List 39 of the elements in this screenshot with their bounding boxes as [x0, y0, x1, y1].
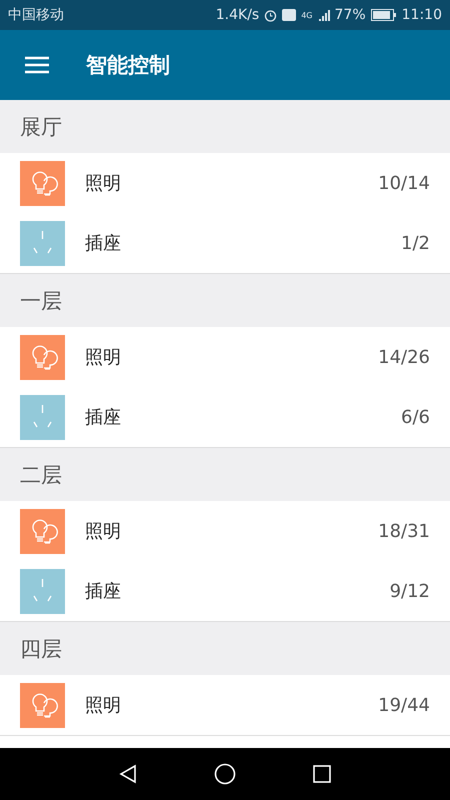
- device-count: 18/31: [378, 520, 430, 542]
- home-button[interactable]: [212, 761, 238, 787]
- home-icon: [214, 763, 236, 785]
- device-count: 9/12: [390, 580, 430, 602]
- network-speed: 1.4K/s: [216, 7, 260, 23]
- battery-percent: 77%: [334, 7, 366, 23]
- menu-icon: [25, 56, 49, 74]
- section-header: 一层: [0, 274, 450, 327]
- clock: 11:10: [402, 7, 442, 23]
- signal-icon: [318, 9, 330, 21]
- light-bulb-icon: [20, 334, 65, 380]
- device-label[interactable]: 照明: [85, 519, 378, 543]
- device-label[interactable]: 插座: [85, 579, 390, 603]
- back-icon: [118, 764, 138, 784]
- device-label[interactable]: 照明: [85, 171, 378, 195]
- network-type: 4G: [301, 10, 313, 20]
- carrier-name: 中国移动: [8, 6, 64, 24]
- device-count: 1/2: [401, 232, 430, 254]
- socket-icon: [20, 394, 65, 440]
- device-label[interactable]: 插座: [85, 231, 402, 255]
- device-label[interactable]: 照明: [85, 693, 378, 717]
- device-count: 6/6: [401, 406, 430, 428]
- battery-icon: [370, 9, 397, 21]
- section-header: 二层: [0, 448, 450, 501]
- light-bulb-icon: [20, 160, 65, 206]
- alarm-icon: [264, 8, 278, 22]
- device-count: 19/44: [378, 694, 430, 716]
- recents-icon: [312, 765, 331, 783]
- socket-icon: [20, 568, 65, 614]
- app-title: 智能控制: [86, 52, 170, 79]
- light-bulb-icon: [20, 682, 65, 728]
- section-header: 四层: [0, 622, 450, 675]
- device-label[interactable]: 插座: [85, 405, 402, 429]
- light-bulb-icon: [20, 508, 65, 554]
- socket-icon: [20, 220, 65, 266]
- section-header: 展厅: [0, 100, 450, 153]
- device-label[interactable]: 照明: [85, 345, 378, 369]
- device-count: 14/26: [378, 346, 430, 368]
- device-count: 10/14: [378, 172, 430, 194]
